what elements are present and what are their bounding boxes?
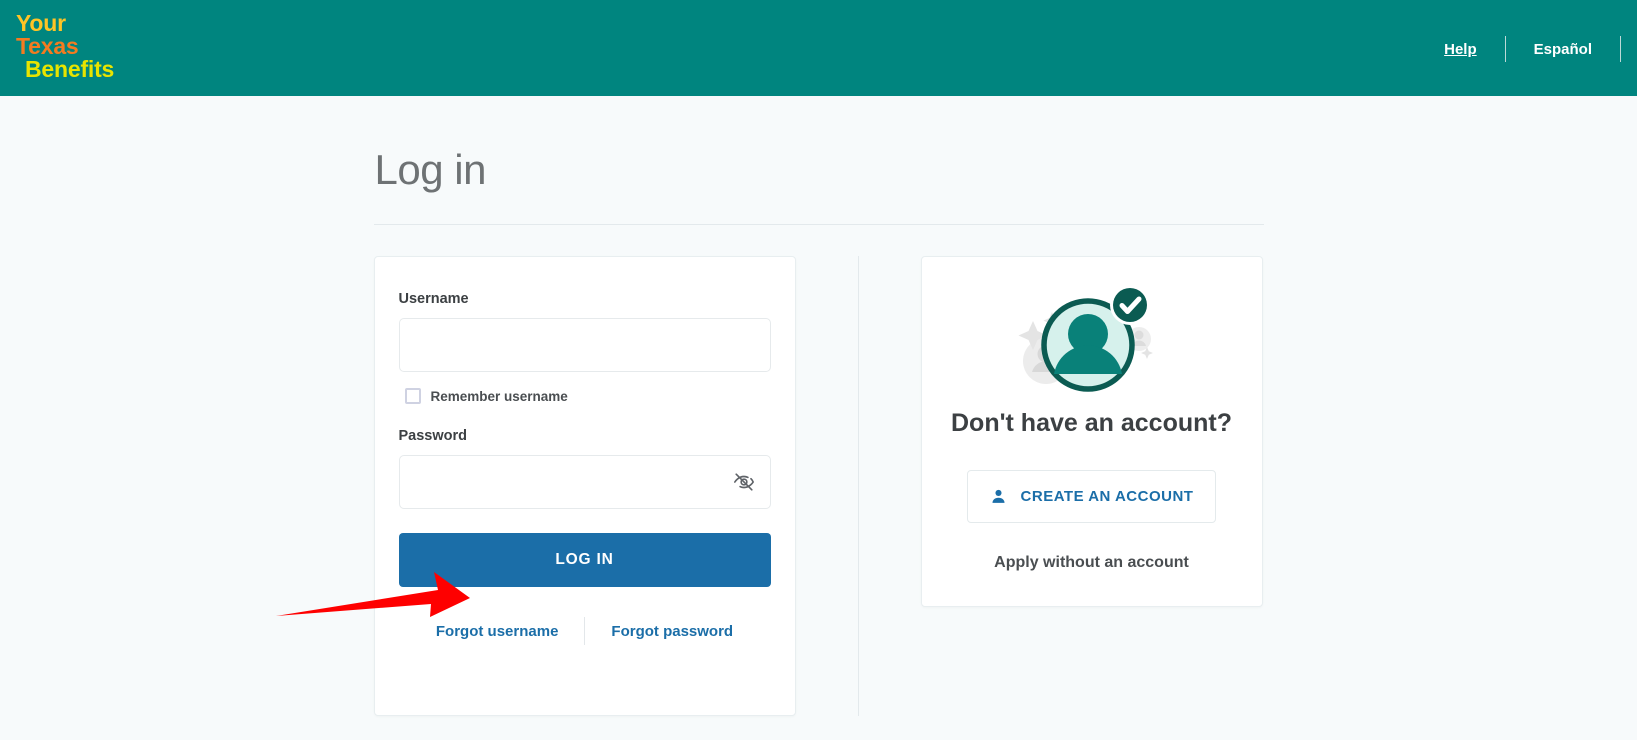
content-container: Log in Username Remember username Passwo… (373, 96, 1264, 716)
create-an-account-label: CREATE AN ACCOUNT (1020, 488, 1194, 505)
login-card: Username Remember username Password LOG … (373, 256, 796, 716)
header-nav: Help Español (1416, 0, 1637, 62)
remember-username-label[interactable]: Remember username (431, 389, 568, 404)
forgot-links-row: Forgot username Forgot password (399, 617, 771, 673)
forgot-username-link[interactable]: Forgot username (410, 623, 585, 640)
forgot-password-link[interactable]: Forgot password (585, 623, 759, 640)
eye-off-icon[interactable] (729, 467, 759, 497)
espanol-link[interactable]: Español (1506, 41, 1620, 58)
site-logo[interactable]: Your Texas Benefits (0, 0, 114, 81)
page-title: Log in (374, 146, 487, 193)
help-link[interactable]: Help (1416, 41, 1505, 58)
log-in-button[interactable]: LOG IN (398, 533, 771, 587)
columns-layout: Username Remember username Password LOG … (373, 256, 1264, 716)
signup-card: Don't have an account? CREATE AN ACCOUNT… (920, 256, 1263, 607)
username-label: Username (398, 291, 469, 307)
logo-line-benefits: Benefits (25, 56, 115, 82)
page-body: Log in Username Remember username Passwo… (0, 96, 1637, 716)
account-illustration (942, 275, 1242, 403)
password-field-wrapper (398, 455, 771, 509)
remember-username-checkbox[interactable] (404, 388, 421, 404)
apply-without-account-link[interactable]: Apply without an account (942, 554, 1242, 572)
password-input[interactable] (398, 455, 771, 509)
signup-heading: Don't have an account? (951, 409, 1232, 437)
nav-divider-end (1620, 36, 1621, 62)
username-input[interactable] (398, 318, 771, 372)
remember-username-row[interactable]: Remember username (399, 388, 771, 404)
site-header: Your Texas Benefits Help Español (0, 0, 1637, 96)
logo-line-your: Your (16, 10, 66, 36)
logo-line-texas: Texas (16, 33, 79, 59)
person-icon (990, 488, 1007, 505)
title-divider (373, 224, 1264, 225)
password-label: Password (398, 428, 468, 444)
column-divider (857, 256, 859, 716)
create-an-account-button[interactable]: CREATE AN ACCOUNT (966, 470, 1217, 523)
